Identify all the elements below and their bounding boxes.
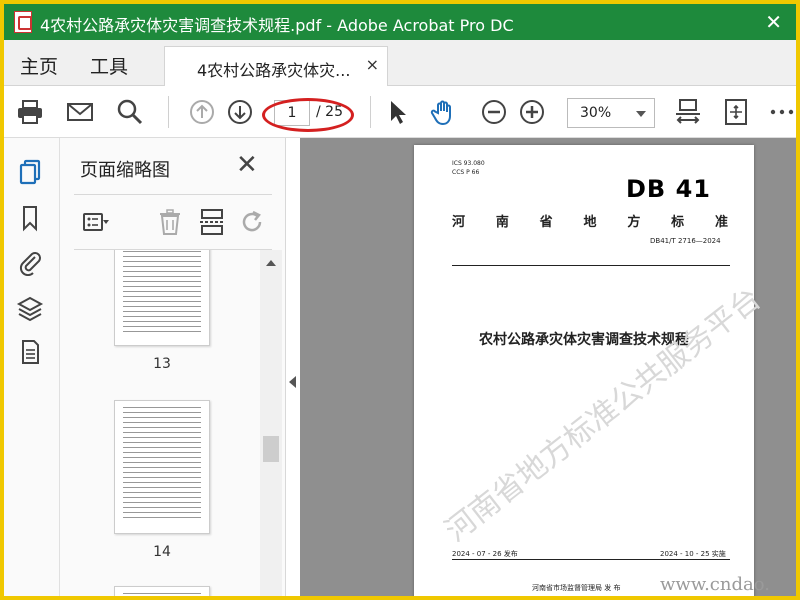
- page-thumbnail[interactable]: [114, 250, 210, 346]
- print-icon[interactable]: [16, 98, 44, 126]
- navigation-rail: [4, 138, 60, 596]
- window-close-icon[interactable]: ✕: [765, 10, 782, 34]
- page-thumbnail-content: [123, 593, 201, 596]
- standard-type-char: 省: [539, 215, 553, 230]
- site-watermark: www.cndao.: [660, 574, 770, 595]
- standard-type-char: 河: [452, 215, 466, 230]
- page-thumbnail-content: [123, 251, 201, 333]
- extract-page-icon[interactable]: [198, 208, 226, 236]
- document-tab[interactable]: 4农村公路承灾体灾... ×: [164, 46, 388, 86]
- ics-code: ICS 93.080: [452, 160, 485, 167]
- main-toolbar: 1 / 25 30%: [4, 86, 796, 138]
- zoom-in-icon[interactable]: [518, 98, 546, 126]
- chevron-down-icon: [636, 111, 646, 117]
- standard-code: DB41/T 2716—2024: [650, 237, 721, 245]
- panel-title: 页面缩略图: [80, 160, 170, 181]
- thumbnail-options-icon[interactable]: [82, 208, 110, 236]
- more-options-icon[interactable]: [768, 98, 796, 126]
- document-viewport[interactable]: ICS 93.080 CCS P 66 DB 41 河 南 省 地 方 标 准 …: [300, 138, 796, 596]
- email-icon[interactable]: [66, 98, 94, 126]
- select-cursor-icon[interactable]: [384, 98, 412, 126]
- standard-type-char: 南: [495, 215, 509, 230]
- panel-collapse-handle[interactable]: [286, 138, 300, 596]
- publish-date: 2024 - 07 - 26 发布: [452, 550, 518, 558]
- zoom-level-value: 30%: [580, 105, 612, 121]
- attachments-icon[interactable]: [16, 248, 44, 277]
- panel-divider: [74, 194, 272, 195]
- page-thumbnails-icon[interactable]: [16, 158, 44, 186]
- hand-tool-icon[interactable]: [430, 98, 458, 126]
- standard-type-char: 方: [627, 215, 641, 230]
- implement-date: 2024 - 10 - 25 实施: [660, 550, 726, 558]
- thumbnail-list: 13 14: [60, 250, 260, 596]
- document-tab-label: 4农村公路承灾体灾...: [197, 61, 351, 80]
- zoom-out-icon[interactable]: [480, 98, 508, 126]
- standard-type-char: 地: [583, 215, 597, 230]
- toolbar-divider: [370, 96, 371, 128]
- tools-menu[interactable]: 工具: [90, 52, 128, 79]
- document-page: ICS 93.080 CCS P 66 DB 41 河 南 省 地 方 标 准 …: [414, 145, 768, 596]
- page-thumbnail[interactable]: [114, 586, 210, 596]
- scroll-up-icon[interactable]: [266, 260, 276, 266]
- toolbar-divider: [168, 96, 169, 128]
- page-watermark: 河南省地方标准公共服务平台: [438, 281, 768, 549]
- zoom-level-select[interactable]: 30%: [567, 98, 655, 128]
- acrobat-window: 4农村公路承灾体灾害调查技术规程.pdf - Adobe Acrobat Pro…: [4, 4, 796, 596]
- window-title: 4农村公路承灾体灾害调查技术规程.pdf - Adobe Acrobat Pro…: [40, 16, 514, 35]
- page-content-icon[interactable]: [16, 338, 44, 366]
- scrollbar-thumb[interactable]: [263, 436, 279, 462]
- standard-type-char: 标: [671, 215, 685, 230]
- search-icon[interactable]: [116, 98, 144, 126]
- db-mark: DB 41: [626, 175, 711, 203]
- next-page-icon[interactable]: [226, 98, 254, 126]
- acrobat-app-icon: [14, 11, 32, 33]
- header-rule: [452, 265, 730, 266]
- thumbnail-scrollbar[interactable]: [260, 250, 282, 596]
- home-menu[interactable]: 主页: [20, 52, 58, 79]
- bookmarks-icon[interactable]: [16, 204, 44, 232]
- thumbnail-page-number: 13: [153, 356, 171, 372]
- standard-type-heading: 河 南 省 地 方 标 准: [452, 211, 728, 230]
- footer-rule: [452, 559, 730, 560]
- page-thumbnail[interactable]: [114, 400, 210, 534]
- fit-width-icon[interactable]: [674, 98, 702, 126]
- highlight-annotation: [262, 98, 354, 132]
- delete-page-icon[interactable]: [156, 208, 184, 236]
- previous-page-icon[interactable]: [188, 98, 216, 126]
- classification-codes: ICS 93.080 CCS P 66: [452, 159, 485, 177]
- title-bar: 4农村公路承灾体灾害调查技术规程.pdf - Adobe Acrobat Pro…: [4, 4, 796, 40]
- chevron-left-icon: [289, 376, 296, 388]
- issuing-authority: 河南省市场监督管理局 发 布: [532, 584, 621, 592]
- menu-tab-row: 主页 工具 4农村公路承灾体灾... ×: [4, 40, 796, 86]
- rotate-page-icon[interactable]: [238, 208, 266, 236]
- page-thumbnail-content: [123, 407, 201, 521]
- panel-close-icon[interactable]: ✕: [236, 150, 258, 180]
- standard-type-char: 准: [714, 215, 728, 230]
- document-tab-close-icon[interactable]: ×: [366, 55, 379, 74]
- thumbnail-page-number: 14: [153, 544, 171, 560]
- page-thumbnails-panel: 页面缩略图 ✕ 13 14: [60, 138, 286, 596]
- ccs-code: CCS P 66: [452, 169, 480, 176]
- full-screen-icon[interactable]: [722, 98, 750, 126]
- layers-icon[interactable]: [16, 294, 44, 322]
